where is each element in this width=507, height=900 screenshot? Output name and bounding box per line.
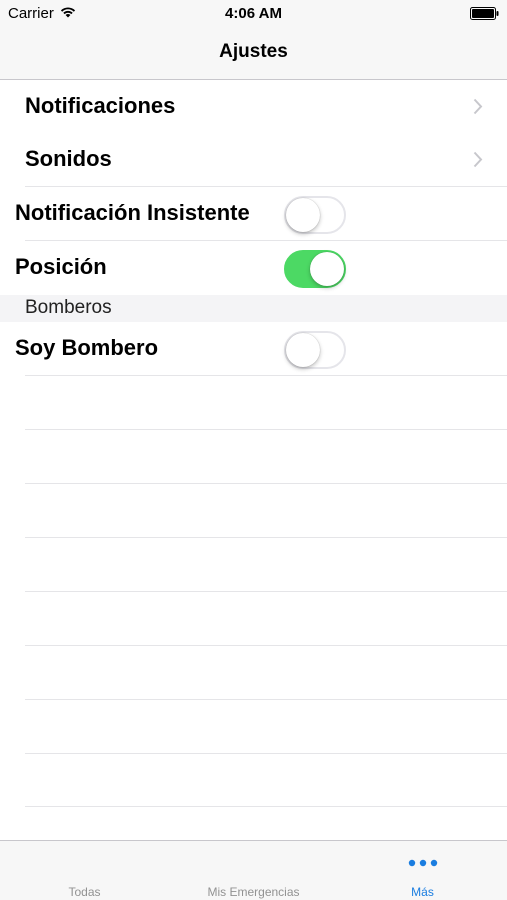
tab-bar: Todas Mis Emergencias Más [0,840,507,900]
row-soy-bombero: Soy Bombero [0,322,507,376]
row-label: Posición [15,254,107,279]
tab-mis-emergencias[interactable]: Mis Emergencias [169,841,338,900]
tab-label: Más [411,885,434,899]
page-title: Ajustes [219,41,288,62]
navigation-bar: Ajustes [0,28,507,80]
empty-row-separator [25,753,507,754]
empty-row-separator [25,591,507,592]
empty-row-separator [25,537,507,538]
row-sonidos[interactable]: Sonidos [0,133,507,187]
empty-row-separator [25,483,507,484]
tab-todas[interactable]: Todas [0,841,169,900]
toggle-knob [286,198,320,232]
status-bar: Carrier 4:06 AM [0,0,507,28]
posicion-toggle[interactable] [284,250,346,288]
tab-label: Mis Emergencias [207,885,300,899]
row-notificacion-insistente: Notificación Insistente [0,187,507,241]
row-label: Sonidos [25,146,112,171]
section-header-label: Bomberos [25,297,112,318]
toggle-knob [286,333,320,367]
chevron-right-icon [473,98,483,115]
chevron-right-icon [473,151,483,168]
row-label: Notificación Insistente [15,200,250,225]
toggle-knob [310,252,344,286]
empty-row-separator [25,806,507,807]
status-time: 4:06 AM [225,5,282,22]
section-header: Bomberos [0,295,507,322]
battery-icon [470,7,499,20]
row-label: Notificaciones [25,93,176,118]
soy-bombero-toggle[interactable] [284,331,346,369]
notificacion-insistente-toggle[interactable] [284,196,346,234]
empty-row-separator [25,429,507,430]
tab-mas[interactable]: Más [338,841,507,900]
tab-label: Todas [68,885,101,899]
row-notificaciones[interactable]: Notificaciones [0,80,507,134]
more-icon [408,859,437,867]
row-label: Soy Bombero [15,335,159,360]
row-posicion: Posición [0,241,507,295]
empty-row-separator [25,645,507,646]
empty-row-separator [25,699,507,700]
